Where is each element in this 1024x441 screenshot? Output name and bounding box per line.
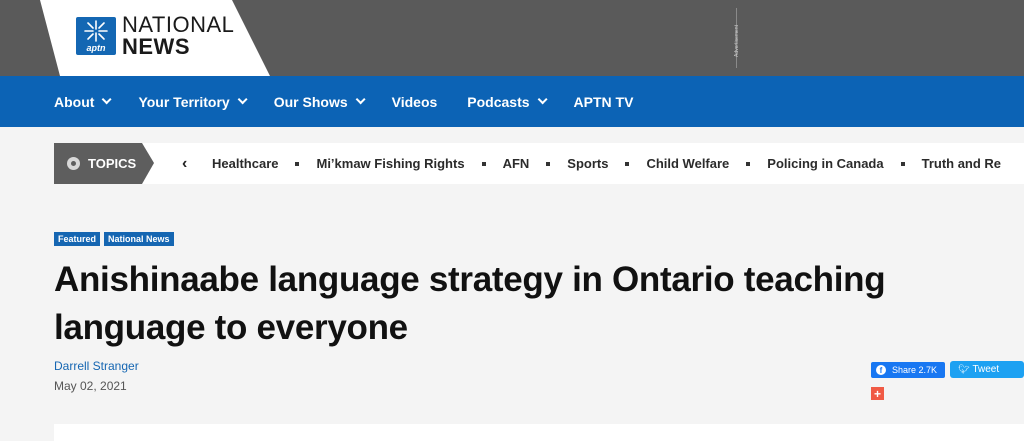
- nav-label: APTN TV: [573, 93, 634, 110]
- author-link[interactable]: Darrell Stranger: [54, 359, 139, 373]
- facebook-icon: f: [876, 365, 886, 375]
- article-tags: Featured National News: [54, 232, 178, 246]
- tweet-button[interactable]: 🐦︎ Tweet: [950, 361, 1024, 378]
- topic-separator: [546, 161, 551, 166]
- nav-item-aptn-tv[interactable]: APTN TV: [574, 94, 634, 110]
- chevron-down-icon: [237, 94, 248, 105]
- logo-badge-text: aptn: [86, 43, 106, 53]
- facebook-share-button[interactable]: f Share 2.7K: [871, 362, 945, 378]
- article-body-start: [54, 424, 1024, 441]
- nav-item-videos[interactable]: Videos: [392, 94, 438, 110]
- facebook-share-label: Share 2.7K: [892, 365, 938, 375]
- topics-prev-button[interactable]: ‹: [182, 143, 187, 184]
- ad-label: Advertisement: [734, 25, 740, 57]
- chevron-down-icon: [537, 94, 548, 105]
- tag-featured[interactable]: Featured: [54, 232, 101, 246]
- topic-separator: [481, 161, 486, 166]
- publish-date: May 02, 2021: [54, 379, 127, 393]
- nav-label: Your Territory: [138, 93, 230, 110]
- site-header: aptn NATIONAL NEWS Advertisement: [0, 0, 1024, 76]
- nav-item-our-shows[interactable]: Our Shows: [273, 93, 366, 110]
- topics-label: TOPICS: [88, 156, 137, 171]
- topic-link-child-welfare[interactable]: Child Welfare: [646, 156, 729, 171]
- tag-national-news[interactable]: National News: [104, 232, 174, 246]
- nav-label: Videos: [391, 93, 438, 110]
- nav-label: About: [54, 93, 95, 110]
- topic-separator: [900, 161, 905, 166]
- topics-badge: TOPICS: [54, 143, 154, 184]
- chevron-down-icon: [102, 94, 113, 105]
- main-nav: About Your Territory Our Shows Videos Po…: [0, 76, 1024, 127]
- site-logo[interactable]: aptn NATIONAL NEWS: [76, 12, 235, 59]
- more-share-button[interactable]: +: [871, 387, 884, 400]
- chevron-down-icon: [355, 94, 366, 105]
- nav-item-about[interactable]: About: [54, 93, 113, 110]
- topics-bar: TOPICS ‹ Healthcare Mi’kmaw Fishing Righ…: [54, 143, 1024, 184]
- topic-link-mikmaw-fishing-rights[interactable]: Mi’kmaw Fishing Rights: [316, 156, 464, 171]
- topic-separator: [295, 161, 300, 166]
- article-title: Anishinaabe language strategy in Ontario…: [54, 260, 886, 347]
- tweet-label: Tweet: [972, 364, 1000, 375]
- topic-link-truth-and-reconciliation[interactable]: Truth and Re: [922, 156, 1001, 171]
- aptn-logo-icon: aptn: [76, 17, 116, 55]
- nav-item-podcasts[interactable]: Podcasts: [467, 93, 548, 110]
- logo-line-national: NATIONAL: [122, 12, 235, 37]
- logo-line-news: NEWS: [122, 34, 190, 59]
- topic-link-afn[interactable]: AFN: [503, 156, 530, 171]
- topics-list: Healthcare Mi’kmaw Fishing Rights AFN Sp…: [212, 143, 1018, 184]
- topic-link-sports[interactable]: Sports: [567, 156, 608, 171]
- twitter-bird-icon: 🐦︎: [958, 364, 970, 374]
- topic-separator: [625, 161, 630, 166]
- nav-item-your-territory[interactable]: Your Territory: [138, 93, 248, 110]
- topic-separator: [746, 161, 751, 166]
- nav-label: Our Shows: [273, 93, 348, 110]
- topic-link-healthcare[interactable]: Healthcare: [212, 156, 278, 171]
- topic-link-policing-in-canada[interactable]: Policing in Canada: [767, 156, 883, 171]
- nav-label: Podcasts: [467, 93, 530, 110]
- record-dot-icon: [67, 157, 80, 170]
